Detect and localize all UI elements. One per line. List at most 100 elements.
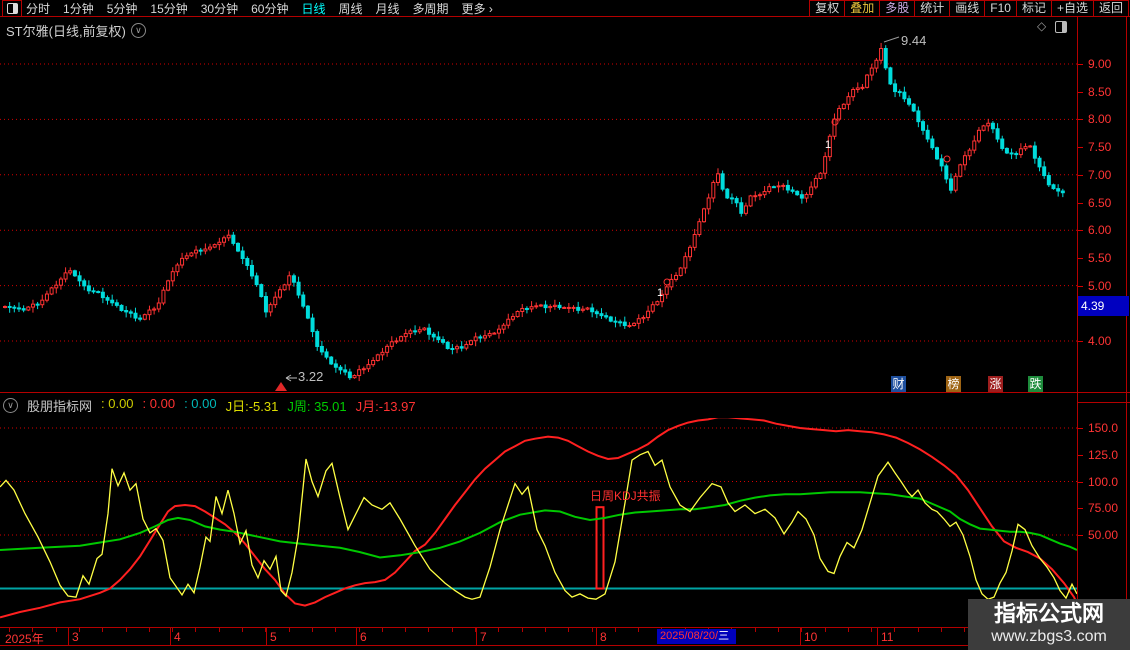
time-tick	[498, 628, 500, 632]
menu-item-tool-7[interactable]: +自选	[1050, 0, 1094, 17]
candle-down	[105, 297, 110, 301]
time-tick	[335, 628, 337, 632]
indicator-label: 100.0	[1088, 474, 1119, 489]
candle-up	[389, 341, 394, 347]
candle-up	[697, 221, 702, 236]
layout-toggle-icon[interactable]	[2, 0, 22, 17]
price-label: 9.00	[1088, 57, 1112, 71]
candle-down	[259, 284, 264, 298]
menu-item-tool-1[interactable]: 叠加	[844, 0, 881, 17]
menu-item-period-7[interactable]: 周线	[338, 0, 362, 17]
candle-down	[315, 331, 320, 347]
menu-item-period-9[interactable]: 多周期	[413, 0, 449, 17]
menu-item-tool-2[interactable]: 多股	[879, 0, 916, 17]
corner-button-2[interactable]: 涨	[988, 376, 1003, 392]
candle-up	[422, 327, 427, 331]
month-label[interactable]: 5	[270, 630, 277, 644]
menu-item-tool-8[interactable]: 返回	[1092, 0, 1129, 17]
month-label[interactable]: 8	[600, 630, 607, 644]
candle-up	[813, 178, 818, 188]
candle-up	[706, 197, 711, 210]
candle-down	[613, 320, 618, 323]
candle-up	[473, 336, 478, 342]
candle-down	[291, 275, 296, 283]
candle-down	[133, 312, 138, 319]
candle-up	[641, 317, 646, 320]
candle-down	[245, 258, 250, 266]
menu-item-period-5[interactable]: 60分钟	[251, 0, 288, 17]
candle-down	[911, 103, 916, 112]
candle-up	[715, 173, 720, 183]
candle-down	[96, 291, 101, 294]
candle-down	[1000, 138, 1005, 149]
month-separator	[596, 627, 597, 645]
candle-up	[417, 329, 422, 333]
time-tick	[754, 628, 756, 632]
candle-down	[930, 138, 935, 149]
candle-down	[888, 67, 893, 85]
month-label[interactable]: 7	[480, 630, 487, 644]
month-label[interactable]: 11	[881, 630, 893, 644]
candle-up	[371, 359, 376, 366]
time-tick	[311, 628, 313, 632]
kdj-indicator-chart[interactable]	[0, 418, 1077, 627]
month-label[interactable]: 4	[174, 630, 181, 644]
candle-down	[939, 158, 944, 167]
time-tick	[964, 628, 966, 632]
candle-up	[986, 122, 991, 127]
menu-item-tool-4[interactable]: 画线	[949, 0, 986, 17]
corner-button-1[interactable]: 榜	[946, 376, 961, 392]
candle-up	[520, 307, 525, 312]
candle-down	[557, 304, 562, 309]
candle-up	[748, 195, 753, 207]
menu-item-period-10[interactable]: 更多 ›	[462, 0, 493, 17]
indicator-header: ∨ 股朋指标网: 0.00: 0.00: 0.00 J日:-5.31 J周: 35.…	[3, 396, 416, 414]
menu-item-period-2[interactable]: 5分钟	[107, 0, 138, 17]
month-label[interactable]: 3	[72, 630, 79, 644]
candle-down	[771, 186, 776, 189]
menu-item-tool-3[interactable]: 统计	[914, 0, 951, 17]
month-label[interactable]: 10	[804, 630, 817, 644]
candle-down	[319, 345, 324, 353]
menu-item-tool-0[interactable]: 复权	[809, 0, 846, 17]
indicator-chevron-icon[interactable]: ∨	[3, 397, 18, 413]
candle-down	[1004, 147, 1009, 154]
candlestick-chart[interactable]	[0, 17, 1077, 392]
indicator-values: 股朋指标网: 0.00: 0.00: 0.00 J日:-5.31 J周: 35.01…	[27, 396, 416, 415]
menu-item-period-3[interactable]: 15分钟	[150, 0, 187, 17]
selected-date-badge: 2025/08/20/三	[657, 629, 736, 644]
candle-up	[30, 303, 35, 308]
candle-down	[338, 366, 343, 371]
candle-down	[902, 91, 907, 100]
candle-up	[361, 368, 366, 371]
candle-down	[119, 304, 124, 312]
candle-down	[1051, 184, 1056, 190]
candle-down	[436, 336, 441, 341]
time-tick	[871, 628, 873, 632]
candle-up	[161, 289, 166, 304]
candle-up	[953, 175, 958, 191]
menu-item-period-8[interactable]: 月线	[376, 0, 400, 17]
candle-up	[175, 264, 180, 273]
candle-up	[776, 185, 781, 188]
menu-item-tool-6[interactable]: 标记	[1015, 0, 1052, 17]
candle-up	[469, 340, 473, 345]
candle-up	[226, 234, 231, 239]
corner-button-0[interactable]: 财	[891, 376, 906, 392]
menu-item-period-6[interactable]: 日线	[301, 0, 325, 17]
candle-down	[739, 202, 744, 214]
candle-up	[273, 296, 278, 306]
month-label[interactable]: 6	[360, 630, 367, 644]
menu-item-period-0[interactable]: 分时	[26, 0, 50, 17]
candle-up	[277, 289, 282, 298]
menu-item-period-4[interactable]: 30分钟	[201, 0, 238, 17]
menu-item-period-1[interactable]: 1分钟	[63, 0, 94, 17]
weekday-text: 三	[718, 630, 730, 642]
corner-button-3[interactable]: 跌	[1028, 376, 1043, 392]
candle-up	[68, 270, 73, 274]
candle-down	[72, 270, 77, 277]
last-price-badge: 4.39	[1078, 296, 1129, 316]
candle-down	[329, 356, 334, 365]
time-tick	[451, 628, 453, 632]
menu-item-tool-5[interactable]: F10	[984, 0, 1017, 17]
